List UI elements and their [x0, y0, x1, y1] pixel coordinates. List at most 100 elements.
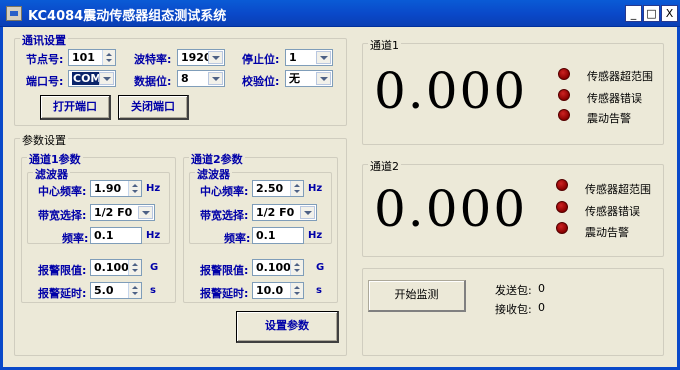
ch2-freq-value: 0.1: [256, 229, 276, 242]
ch2-center-freq-stepper[interactable]: 2.50: [252, 180, 304, 197]
ch2-vibration-alarm-label: 震动告警: [585, 226, 629, 239]
baud-label: 波特率:: [134, 53, 172, 66]
ch2-alarm-delay-value: 10.0: [256, 284, 284, 297]
open-port-button[interactable]: 打开端口: [40, 95, 111, 120]
spinner-icon[interactable]: [102, 50, 115, 65]
ch2-alarm-limit-stepper[interactable]: 0.100: [252, 259, 304, 276]
ch2-sensor-error-label: 传感器错误: [585, 205, 640, 218]
node-value: 101: [72, 51, 95, 64]
ch2-alarm-limit-value: 0.100: [256, 261, 291, 274]
ch1-over-range-label: 传感器超范围: [587, 70, 653, 83]
channel1-params-title: 通道1参数: [27, 151, 83, 167]
start-monitor-button[interactable]: 开始监测: [368, 280, 466, 312]
ch1-center-freq-value: 1.90: [94, 182, 122, 195]
sent-packets-value: 0: [538, 282, 545, 295]
ch1-center-freq-stepper[interactable]: 1.90: [90, 180, 142, 197]
stop-bits-select[interactable]: 1: [285, 49, 333, 66]
ch2-bandwidth-value: 1/2 F0: [256, 206, 295, 219]
node-stepper[interactable]: 101: [68, 49, 116, 66]
ch1-over-range-led-icon: [558, 68, 570, 80]
received-packets-value: 0: [538, 301, 545, 314]
ch1-freq-field[interactable]: 0.1: [90, 227, 142, 244]
chevron-down-icon[interactable]: [300, 206, 315, 219]
data-bits-value: 8: [181, 72, 189, 85]
window-title: KC4084震动传感器组态测试系统: [28, 9, 227, 24]
ch1-freq-unit: Hz: [146, 230, 161, 241]
ch2-center-freq-value: 2.50: [256, 182, 284, 195]
port-select[interactable]: COM1: [68, 70, 116, 87]
ch1-sensor-error-label: 传感器错误: [587, 92, 642, 105]
channel1-filter-title: 滤波器: [33, 166, 70, 182]
data-bits-label: 数据位:: [134, 75, 172, 88]
ch2-bandwidth-label: 带宽选择:: [200, 209, 249, 222]
ch1-vibration-alarm-label: 震动告警: [587, 112, 631, 125]
ch2-over-range-label: 传感器超范围: [585, 183, 651, 196]
ch2-vibration-alarm-led-icon: [556, 222, 568, 234]
ch2-alarm-delay-unit: s: [316, 285, 322, 296]
ch1-freq-label: 频率:: [62, 232, 89, 245]
spinner-icon[interactable]: [290, 260, 303, 275]
maximize-button[interactable]: □: [643, 5, 660, 22]
channel1-display-title: 通道1: [368, 37, 401, 53]
port-label: 端口号:: [26, 75, 64, 88]
ch1-freq-value: 0.1: [94, 229, 114, 242]
ch1-alarm-limit-unit: G: [150, 262, 159, 273]
ch2-bandwidth-select[interactable]: 1/2 F0: [252, 204, 317, 221]
ch2-freq-field[interactable]: 0.1: [252, 227, 304, 244]
chevron-down-icon[interactable]: [208, 51, 223, 64]
comm-settings-title: 通讯设置: [20, 32, 68, 48]
spinner-icon[interactable]: [290, 283, 303, 298]
ch1-bandwidth-select[interactable]: 1/2 F0: [90, 204, 155, 221]
ch2-alarm-delay-stepper[interactable]: 10.0: [252, 282, 304, 299]
ch2-freq-unit: Hz: [308, 230, 323, 241]
ch1-alarm-delay-label: 报警延时:: [38, 287, 87, 300]
ch2-over-range-led-icon: [556, 179, 568, 191]
baud-select[interactable]: 19200: [177, 49, 225, 66]
ch2-center-freq-label: 中心频率:: [200, 185, 249, 198]
stop-bits-value: 1: [289, 51, 297, 64]
ch1-alarm-delay-stepper[interactable]: 5.0: [90, 282, 142, 299]
ch2-freq-label: 频率:: [224, 232, 251, 245]
channel2-reading: 0.000: [374, 180, 528, 238]
close-port-button[interactable]: 关闭端口: [118, 95, 189, 120]
ch1-center-freq-unit: Hz: [146, 183, 161, 194]
ch1-alarm-delay-unit: s: [150, 285, 156, 296]
spinner-icon[interactable]: [128, 181, 141, 196]
ch1-alarm-delay-value: 5.0: [94, 284, 114, 297]
close-button[interactable]: X: [661, 5, 678, 22]
channel2-params-title: 通道2参数: [189, 151, 245, 167]
chevron-down-icon[interactable]: [316, 51, 331, 64]
spinner-icon[interactable]: [128, 283, 141, 298]
ch1-vibration-alarm-led-icon: [558, 109, 570, 121]
ch2-center-freq-unit: Hz: [308, 183, 323, 194]
ch1-alarm-limit-value: 0.100: [94, 261, 129, 274]
parity-select[interactable]: 无: [285, 70, 333, 87]
channel2-filter-title: 滤波器: [195, 166, 232, 182]
chevron-down-icon[interactable]: [316, 72, 331, 85]
channel2-display-title: 通道2: [368, 158, 401, 174]
minimize-button[interactable]: _: [625, 5, 642, 22]
spinner-icon[interactable]: [128, 260, 141, 275]
app-icon: [6, 6, 22, 21]
ch1-alarm-limit-label: 报警限值:: [38, 264, 87, 277]
ch1-alarm-limit-stepper[interactable]: 0.100: [90, 259, 142, 276]
ch1-center-freq-label: 中心频率:: [38, 185, 87, 198]
param-settings-title: 参数设置: [20, 132, 68, 148]
chevron-down-icon[interactable]: [99, 72, 114, 85]
data-bits-select[interactable]: 8: [177, 70, 225, 87]
channel1-reading: 0.000: [374, 62, 528, 120]
sent-packets-label: 发送包:: [495, 284, 532, 297]
stop-bits-label: 停止位:: [242, 53, 280, 66]
chevron-down-icon[interactable]: [138, 206, 153, 219]
ch1-sensor-error-led-icon: [558, 89, 570, 101]
ch1-bandwidth-value: 1/2 F0: [94, 206, 133, 219]
spinner-icon[interactable]: [290, 181, 303, 196]
ch2-sensor-error-led-icon: [556, 201, 568, 213]
ch1-bandwidth-label: 带宽选择:: [38, 209, 87, 222]
ch2-alarm-limit-unit: G: [316, 262, 325, 273]
parity-label: 校验位:: [242, 75, 280, 88]
node-label: 节点号:: [26, 53, 64, 66]
set-params-button[interactable]: 设置参数: [236, 311, 339, 343]
chevron-down-icon[interactable]: [208, 72, 223, 85]
ch2-alarm-delay-label: 报警延时:: [200, 287, 249, 300]
